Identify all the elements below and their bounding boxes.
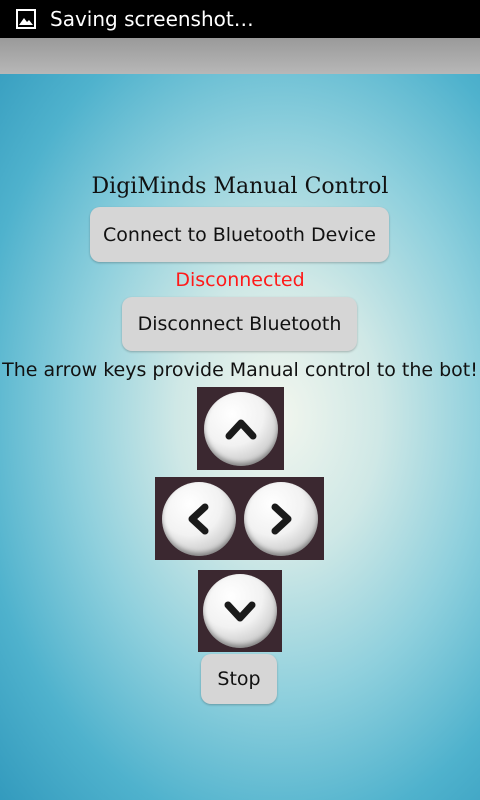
chevron-right-icon (271, 503, 292, 534)
arrow-up-button[interactable] (197, 387, 284, 470)
arrow-left-button[interactable] (155, 477, 242, 560)
stop-button[interactable]: Stop (201, 654, 277, 704)
image-icon (16, 9, 36, 29)
status-notification-text: Saving screenshot… (50, 7, 254, 31)
connect-bluetooth-button[interactable]: Connect to Bluetooth Device (90, 207, 389, 262)
action-bar (0, 38, 480, 74)
arrow-down-button[interactable] (198, 570, 282, 652)
status-bar: Saving screenshot… (0, 0, 480, 38)
chevron-left-icon (188, 503, 208, 534)
disconnect-bluetooth-button[interactable]: Disconnect Bluetooth (122, 297, 357, 351)
chevron-up-icon (225, 419, 256, 439)
arrow-right-button[interactable] (238, 477, 324, 560)
chevron-down-icon (224, 601, 256, 622)
instructions-text: The arrow keys provide Manual control to… (2, 359, 478, 381)
page-title: DigiMinds Manual Control (91, 174, 389, 199)
connection-status: Disconnected (175, 269, 305, 291)
